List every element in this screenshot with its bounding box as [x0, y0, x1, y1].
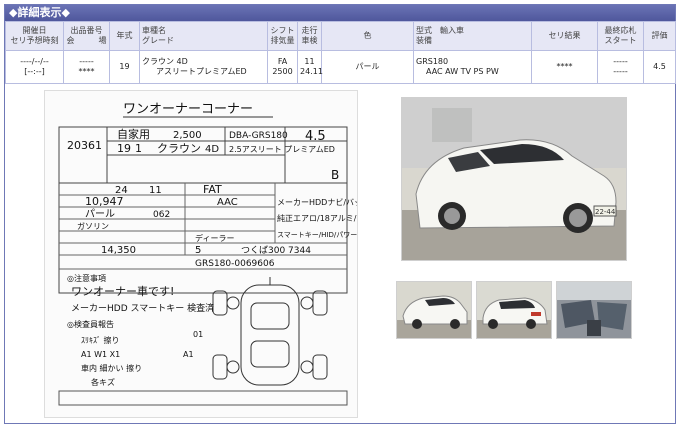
sheet-interior: B — [331, 168, 339, 182]
sheet-year: 19 — [117, 142, 131, 155]
sheet-note-one-owner: ワンオーナー車です! — [71, 284, 174, 298]
cell-date: ----/--/-- [--:--] — [5, 50, 64, 84]
header-car-name: 車種名 グレード — [139, 21, 268, 51]
header-mileage: 走行 車検 — [297, 21, 322, 51]
cell-year: 19 — [109, 50, 140, 84]
car-thumb-front[interactable] — [396, 281, 472, 339]
header-color: 色 — [321, 21, 414, 51]
header-result: セリ結果 — [531, 21, 598, 51]
svg-text:01: 01 — [193, 330, 203, 339]
header-model: 型式 輸入車 装備 — [413, 21, 532, 51]
auction-sheet-image[interactable]: ワンオーナーコーナー 20361 自家用 2,500 DBA-GRS180 4.… — [44, 90, 358, 418]
header-rating: 評価 — [643, 21, 676, 51]
sheet-mileage: 10,947 — [85, 195, 124, 208]
sheet-lot-number: 20361 — [67, 139, 102, 152]
cell-shift: FA 2500 — [267, 50, 298, 84]
sheet-color: パール — [85, 208, 115, 220]
sheet-reg-month: 11 — [149, 185, 162, 196]
main-photo-plate: 22-44 — [595, 208, 616, 216]
sheet-month: 1 — [135, 142, 142, 155]
sheet-label-inspection: ◎検査員報告 — [67, 319, 114, 329]
sheet-score: 4.5 — [305, 129, 326, 144]
sheet-inspector-l3: 車内 細かい 擦り — [81, 363, 142, 373]
header-date: 開催日 セリ予想時刻 — [5, 21, 64, 51]
sheet-notes-equipment: メーカーHDDナビ/バックカメラ/ — [277, 198, 357, 207]
svg-text:A1: A1 — [183, 350, 194, 359]
header-shift: シフト 排気量 — [267, 21, 298, 51]
cell-mileage: 11 24.11 — [297, 50, 323, 84]
sheet-displacement: 2,500 — [173, 130, 202, 141]
table-header-row: 開催日 セリ予想時刻 出品番号会 場 年式 車種名 グレード シフト 排気量 走行 車検… — [5, 21, 676, 51]
sheet-capacity: 5 — [195, 245, 201, 256]
sheet-fuel: ガソリン — [77, 221, 109, 231]
sheet-notes-parts: 純正エアロ/18アルミ/ — [277, 213, 357, 223]
sheet-notes-keys: スマートキー/HID/パワーシート/ — [277, 231, 357, 239]
sheet-note-tags: メーカーHDD スマートキー 検査済 — [71, 302, 214, 314]
sheet-inspector-l1: ｽﾘｷｽﾞ 擦り — [81, 335, 120, 345]
header-final: 最終応札 スタート — [597, 21, 644, 51]
sheet-use-type: 自家用 — [117, 127, 150, 141]
cell-rating: 4.5 — [643, 50, 676, 84]
header-lot: 出品番号会 場 — [63, 21, 110, 51]
car-thumb-interior[interactable] — [556, 281, 632, 339]
section-title: ◆詳細表示◆ — [5, 5, 675, 21]
sheet-ac: AAC — [217, 197, 238, 208]
sheet-plate: つくば300 7344 — [241, 245, 311, 256]
cell-result: **** — [531, 50, 598, 84]
sheet-title: ワンオーナーコーナー — [123, 102, 253, 117]
cell-model: GRS180 AAC AW TV PS PW — [413, 50, 532, 84]
sheet-chassis-number: GRS180-0069606 — [195, 259, 275, 269]
sheet-dealer: ディーラー — [195, 233, 234, 243]
sheet-car-name: クラウン — [157, 142, 201, 155]
cell-car-name: クラウン 4D アスリートプレミアムED — [139, 50, 268, 84]
sheet-inspector-l2: A1 W1 X1 — [81, 350, 120, 359]
cell-final: ----- ----- — [597, 50, 644, 84]
sheet-inspector-l4: 各キズ — [91, 377, 115, 387]
cell-lot: ----- **** — [63, 50, 110, 84]
header-year: 年式 — [109, 21, 140, 51]
vehicle-spec-table: 開催日 セリ予想時刻 出品番号会 場 年式 車種名 グレード シフト 排気量 走行 車検… — [5, 21, 676, 84]
sheet-model-code: DBA-GRS180 — [229, 131, 288, 141]
table-row: ----/--/-- [--:--] ----- **** 19 クラウン 4D アス… — [5, 50, 676, 84]
car-thumb-rear[interactable] — [476, 281, 552, 339]
sheet-recycle-fee: 14,350 — [101, 245, 136, 256]
cell-color: パール — [321, 50, 414, 84]
sheet-grade: 2.5アスリート プレミアムED — [229, 145, 335, 154]
sheet-color-code: 062 — [153, 210, 170, 220]
sheet-label-notes: ◎注意事項 — [67, 273, 106, 283]
sheet-shift: FAT — [203, 183, 222, 196]
sheet-doors: 4D — [205, 144, 219, 155]
car-main-photo[interactable]: 22-44 — [401, 97, 627, 261]
